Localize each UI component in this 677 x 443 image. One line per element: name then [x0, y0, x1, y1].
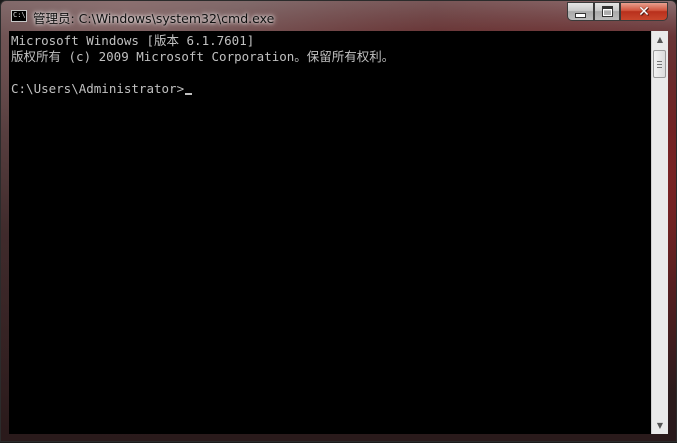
console-prompt: C:\Users\Administrator>: [11, 81, 185, 96]
text-cursor: [185, 93, 193, 95]
console-output[interactable]: Microsoft Windows [版本 6.1.7601] 版权所有 (c)…: [9, 31, 651, 434]
minimize-icon: [575, 12, 586, 18]
minimize-button[interactable]: [567, 2, 594, 21]
thumb-grip-line: [657, 64, 662, 65]
close-button[interactable]: ✕: [620, 2, 668, 21]
cmd-icon[interactable]: C:\: [11, 10, 27, 22]
title-bar[interactable]: C:\ 管理员: C:\Windows\system32\cmd.exe ✕: [1, 1, 677, 31]
maximize-button[interactable]: [594, 2, 620, 21]
cmd-window: C:\ 管理员: C:\Windows\system32\cmd.exe ✕ M…: [0, 0, 677, 442]
vertical-scrollbar[interactable]: ▲ ▼: [651, 31, 668, 434]
thumb-grip-line: [657, 61, 662, 62]
console-line-copyright: 版权所有 (c) 2009 Microsoft Corporation。保留所有…: [11, 49, 395, 64]
thumb-grip-line: [657, 67, 662, 68]
scroll-down-button[interactable]: ▼: [652, 417, 668, 434]
scroll-up-arrow-icon: ▲: [656, 35, 664, 44]
scrollbar-thumb[interactable]: [653, 50, 666, 78]
scroll-up-button[interactable]: ▲: [652, 31, 668, 48]
maximize-icon: [601, 6, 613, 17]
scroll-down-arrow-icon: ▼: [656, 421, 664, 430]
console-prompt-line[interactable]: C:\Users\Administrator>: [11, 81, 649, 97]
cmd-icon-label: C:\: [13, 11, 26, 19]
console-line-version: Microsoft Windows [版本 6.1.7601]: [11, 33, 255, 48]
window-title: 管理员: C:\Windows\system32\cmd.exe: [33, 11, 275, 26]
close-icon: ✕: [638, 3, 650, 20]
